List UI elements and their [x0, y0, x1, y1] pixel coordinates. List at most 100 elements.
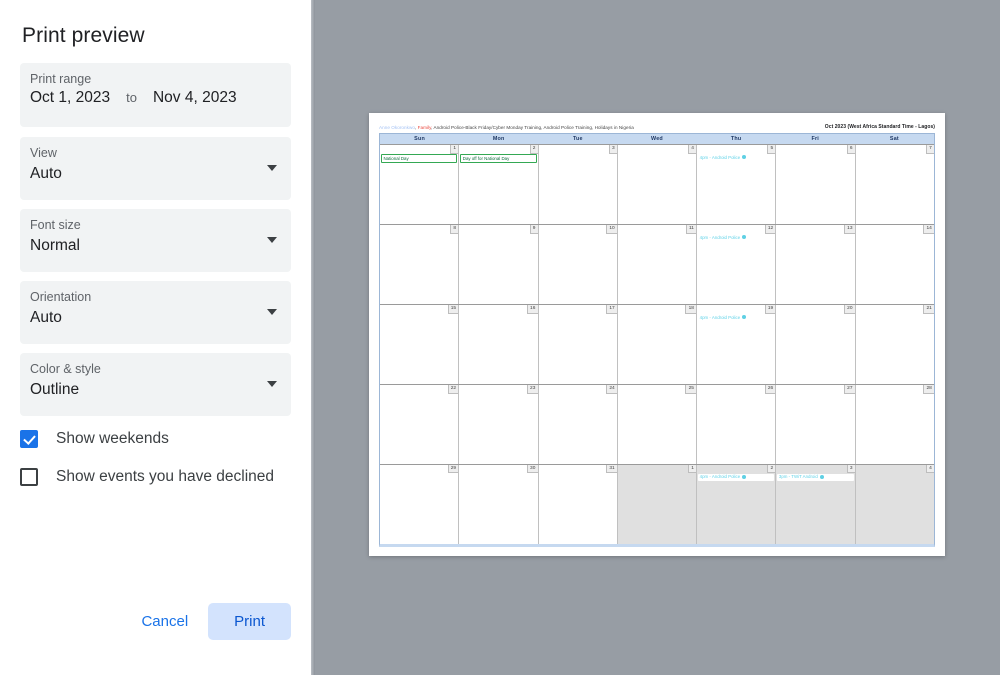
event-color-dot-icon [742, 315, 747, 320]
day-number: 20 [843, 305, 855, 314]
calendar-day-cell[interactable]: 7 [854, 145, 934, 225]
day-header-thu: Thu [730, 136, 742, 143]
calendar-day-cell[interactable]: 28 [854, 385, 934, 465]
calendar-day-cell[interactable]: 20 [775, 305, 855, 385]
day-events: 4pm - Android Police [698, 154, 775, 162]
day-events: 4pm - Android Police [698, 234, 775, 242]
calendar-day-cell[interactable]: 9 [458, 225, 538, 305]
calendar-day-cell[interactable]: 21 [854, 305, 934, 385]
day-number: 17 [606, 305, 617, 314]
calendar-event[interactable]: 3pm - TWiT Android [777, 474, 854, 482]
day-header-mon: Mon [492, 136, 505, 143]
font-size-select[interactable]: Font size Normal [20, 209, 291, 272]
print-preview-dialog: Print preview Print range Oct 1, 2023 to… [0, 0, 1000, 675]
orientation-select[interactable]: Orientation Auto [20, 281, 291, 344]
calendar-day-cell[interactable]: 15 [380, 305, 459, 384]
day-number: 19 [764, 305, 776, 314]
calendar-day-cell[interactable]: 12 4pm - Android Police [696, 225, 776, 305]
calendar-day-cell[interactable]: 4 [616, 145, 697, 225]
day-number: 16 [526, 305, 538, 314]
calendar-grid: 1 National Day 2 Day off for National Day 3 4… [379, 144, 935, 547]
view-select[interactable]: View Auto [20, 137, 291, 200]
calendar-day-cell[interactable]: 3 [537, 145, 617, 225]
calendar-event[interactable]: National Day [381, 154, 458, 164]
show-weekends-checkbox[interactable]: Show weekends [20, 430, 169, 448]
day-events: 3pm - TWiT Android [777, 474, 854, 482]
calendar-event[interactable]: 4pm - Android Police [698, 314, 775, 322]
calendar-day-cell[interactable]: 1 [616, 465, 697, 544]
calendar-day-cell[interactable]: 18 [616, 305, 697, 385]
calendar-day-cell[interactable]: 5 4pm - Android Police [696, 145, 776, 225]
calendar-day-cell[interactable]: 16 [458, 305, 538, 385]
calendar-week-row: 15 16 17 18 19 4pm - Android Police 20 21 [380, 304, 934, 385]
orientation-label: Orientation [30, 290, 92, 304]
calendar-day-cell[interactable]: 4 [854, 465, 934, 544]
calendar-day-cell[interactable]: 1 National Day [380, 145, 459, 224]
day-number: 10 [606, 225, 617, 234]
calendar-day-cell[interactable]: 31 [537, 465, 617, 544]
print-range-label: Print range [30, 72, 92, 86]
event-color-dot-icon [819, 474, 824, 479]
calendar-day-cell[interactable]: 13 [775, 225, 855, 305]
calendar-day-cell[interactable]: 10 [537, 225, 617, 305]
print-range-end[interactable]: Nov 4, 2023 [153, 89, 237, 107]
calendar-week-row: 1 National Day 2 Day off for National Day 3 4… [380, 144, 934, 225]
day-number: 7 [925, 145, 934, 154]
show-declined-checkbox[interactable]: Show events you have declined [20, 468, 274, 486]
calendar-day-cell[interactable]: 27 [775, 385, 855, 465]
calendar-event[interactable]: 4pm - Android Police [698, 154, 775, 162]
calendar-day-cell[interactable]: 23 [458, 385, 538, 465]
checkbox-unchecked-icon[interactable] [20, 468, 38, 486]
day-number: 12 [764, 225, 776, 234]
print-button[interactable]: Print [208, 603, 291, 640]
day-number: 30 [526, 465, 538, 474]
calendar-day-cell[interactable]: 8 [380, 225, 459, 304]
day-number: 9 [529, 225, 538, 234]
event-color-dot-icon [742, 474, 747, 479]
calendar-day-cell[interactable]: 25 [616, 385, 697, 465]
panel-divider [311, 0, 315, 675]
color-style-select[interactable]: Color & style Outline [20, 353, 291, 416]
legend-item-3: , Android Police-Black Friday/Cyber Mond… [431, 125, 634, 130]
calendar-day-cell[interactable]: 6 [775, 145, 855, 225]
calendar-week-row: 22 23 24 25 26 27 28 [380, 384, 934, 465]
checkbox-checked-icon[interactable] [20, 430, 38, 448]
cancel-button[interactable]: Cancel [131, 604, 198, 639]
calendar-event[interactable]: 4pm - Android Police [698, 474, 775, 482]
dialog-actions: Cancel Print [131, 603, 291, 640]
calendar-day-cell[interactable]: 2 4pm - Android Police [696, 465, 776, 544]
day-number: 22 [447, 385, 459, 394]
calendar-day-cell[interactable]: 3 3pm - TWiT Android [775, 465, 855, 544]
calendar-preview: Anne Okoronkwo, Family, Android Police-B… [379, 123, 935, 547]
calendar-header: Anne Okoronkwo, Family, Android Police-B… [379, 123, 935, 133]
day-number: 28 [923, 385, 934, 394]
day-number: 26 [764, 385, 776, 394]
calendar-day-cell[interactable]: 26 [696, 385, 776, 465]
calendar-day-cell[interactable]: 30 [458, 465, 538, 544]
chevron-down-icon [267, 237, 277, 243]
day-number: 4 [925, 465, 934, 474]
day-number: 13 [843, 225, 855, 234]
calendar-event-label: 4pm - Android Police [699, 234, 741, 240]
view-label: View [30, 146, 57, 160]
calendar-day-cell[interactable]: 14 [854, 225, 934, 305]
calendar-day-cell[interactable]: 17 [537, 305, 617, 385]
show-weekends-label: Show weekends [56, 430, 169, 447]
print-range-field[interactable]: Print range Oct 1, 2023 to Nov 4, 2023 [20, 63, 291, 127]
calendar-week-row: 29 30 31 1 2 4pm - Android Police 3 3pm - TWiT … [380, 464, 934, 544]
calendar-day-cell[interactable]: 2 Day off for National Day [458, 145, 538, 225]
calendar-day-cell[interactable]: 22 [380, 385, 459, 464]
day-number: 23 [526, 385, 538, 394]
event-color-dot-icon [742, 155, 747, 160]
calendar-event[interactable]: 4pm - Android Police [698, 234, 775, 242]
calendar-day-cell[interactable]: 19 4pm - Android Police [696, 305, 776, 385]
calendar-day-cell[interactable]: 11 [616, 225, 697, 305]
day-number: 15 [447, 305, 459, 314]
calendar-day-cell[interactable]: 29 [380, 465, 459, 544]
calendar-event-label: 4pm - Android Police [699, 474, 741, 480]
calendar-event[interactable]: Day off for National Day [460, 154, 537, 164]
day-number: 14 [923, 225, 934, 234]
print-range-start[interactable]: Oct 1, 2023 [30, 89, 110, 107]
calendar-day-cell[interactable]: 24 [537, 385, 617, 465]
day-number: 24 [606, 385, 617, 394]
